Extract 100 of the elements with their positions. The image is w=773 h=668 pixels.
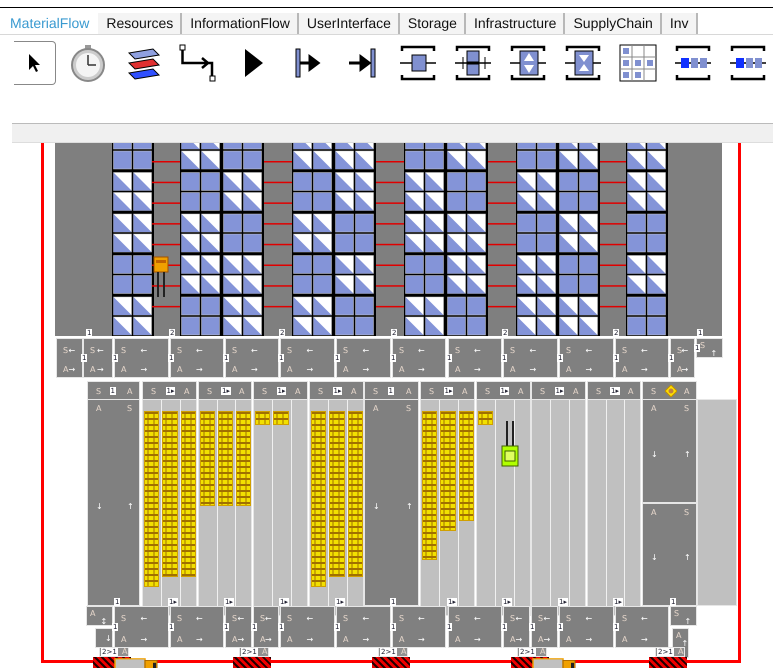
direction-arrow: ↑ xyxy=(684,617,692,626)
direction-arrow: ← xyxy=(306,614,314,623)
direction-arrow: → xyxy=(362,635,370,644)
direction-arrow: ↓ xyxy=(96,502,103,510)
direction-arrow: → xyxy=(418,635,425,644)
store-icon xyxy=(618,43,658,83)
conveyor-label: A xyxy=(676,631,682,640)
conveyor-label: A xyxy=(651,404,656,413)
conveyor-label: A xyxy=(399,365,404,374)
tab[interactable]: SupplyChain xyxy=(565,13,662,34)
direction-arrow: ← xyxy=(516,614,522,623)
direction-arrow: → xyxy=(544,635,550,644)
direction-arrow: ↑ xyxy=(710,349,718,358)
conveyor-label: A xyxy=(232,365,238,374)
parallel-icon xyxy=(453,43,493,83)
direction-arrow: ↓ xyxy=(651,450,658,459)
conveyor-label: A xyxy=(518,387,524,396)
direction-arrow: → xyxy=(140,635,148,644)
direction-arrow: ← xyxy=(238,614,244,623)
direction-arrow: ← xyxy=(474,614,481,623)
tab[interactable]: UserInterface xyxy=(298,13,400,34)
conveyor-label: A xyxy=(462,387,468,396)
conveyor-label: A xyxy=(399,635,404,644)
direction-arrow: ← xyxy=(196,614,203,623)
conveyor-label: S xyxy=(177,614,182,623)
direction-arrow: ← xyxy=(306,346,314,355)
direction-arrow: ← xyxy=(97,346,104,355)
conveyor-label: A xyxy=(573,387,578,396)
tab[interactable]: Infrastructure xyxy=(466,13,566,34)
conveyor-label: A xyxy=(121,365,126,374)
direction-arrow: ← xyxy=(418,346,425,355)
line-icon xyxy=(728,43,768,83)
direction-arrow: ← xyxy=(140,614,148,623)
direction-arrow: ← xyxy=(362,614,370,623)
conveyor-label: A xyxy=(295,387,300,396)
conveyor-label: A xyxy=(177,365,182,374)
conveyor-label: A xyxy=(373,404,378,413)
conveyor-label: S xyxy=(287,346,292,355)
tab[interactable]: InformationFlow xyxy=(182,13,299,34)
conveyor-label: S xyxy=(566,614,572,623)
direction-arrow: ← xyxy=(140,346,148,355)
conveyor-label: S xyxy=(318,387,324,396)
direction-arrow: ← xyxy=(196,346,203,355)
direction-arrow: ↑ xyxy=(684,450,691,459)
direction-arrow: → xyxy=(516,635,522,644)
pallet-stack xyxy=(273,411,289,426)
conveyor-label: A xyxy=(538,635,544,644)
direction-arrow: ↑ xyxy=(684,553,691,562)
direction-arrow: ← xyxy=(265,614,272,623)
direction-arrow: ← xyxy=(474,346,481,355)
conveyor-label: A xyxy=(90,365,96,374)
conveyor-label: S xyxy=(566,346,572,355)
direction-arrow: ↑ xyxy=(682,639,688,648)
conveyor-label: A xyxy=(262,647,268,656)
direction-arrow: ← xyxy=(251,346,258,355)
conveyor-label: S xyxy=(538,614,544,623)
conveyor-label: S xyxy=(455,614,460,623)
conveyor-label: A xyxy=(455,635,460,644)
direction-arrow: ← xyxy=(530,346,536,355)
conveyor-label: A xyxy=(455,365,460,374)
conveyor-label: A xyxy=(510,635,516,644)
direction-arrow: → xyxy=(641,635,648,644)
tab[interactable]: Resources xyxy=(98,13,182,34)
pallet-stack xyxy=(255,411,270,426)
conveyor-label: S xyxy=(485,387,490,396)
tab[interactable]: Storage xyxy=(400,13,466,34)
station-icon xyxy=(398,43,438,83)
direction-arrow: ← xyxy=(641,346,648,355)
conveyor-label: A xyxy=(177,635,182,644)
conveyor-label: A xyxy=(566,635,572,644)
assembly-icon xyxy=(508,43,548,83)
conveyor-label: S xyxy=(399,346,404,355)
direction-arrow: → xyxy=(140,365,148,374)
conveyor-label: A xyxy=(628,387,634,396)
conveyor-label: A xyxy=(540,647,546,656)
direction-arrow: → xyxy=(97,365,104,374)
direction-arrow: → xyxy=(196,635,203,644)
conveyor-label: S xyxy=(96,387,102,396)
conveyor-label: S xyxy=(177,346,182,355)
direction-arrow: ↓ xyxy=(105,634,112,643)
conveyor-label: S xyxy=(455,346,460,355)
direction-arrow: ↓ xyxy=(373,502,380,510)
connector-icon xyxy=(178,43,218,83)
conveyor-label: S xyxy=(596,387,602,396)
conveyor-label: S xyxy=(684,404,690,413)
conveyor-label: S xyxy=(232,614,238,623)
conveyor-label: S xyxy=(207,387,212,396)
conveyor-label: S xyxy=(287,614,292,623)
conveyor-label: S xyxy=(343,346,348,355)
tab[interactable]: Inv xyxy=(662,13,698,34)
direction-arrow: ← xyxy=(544,614,550,623)
direction-arrow: ↓ xyxy=(651,553,658,562)
tool-button[interactable] xyxy=(14,41,56,85)
direction-arrow: → xyxy=(196,365,203,374)
direction-arrow: → xyxy=(474,365,481,374)
conveyor-label: A xyxy=(510,365,516,374)
conveyor-label: S xyxy=(262,387,268,396)
conveyor-label: A xyxy=(684,387,690,396)
direction-arrow: → xyxy=(418,365,425,374)
direction-arrow: ↑ xyxy=(406,502,413,510)
